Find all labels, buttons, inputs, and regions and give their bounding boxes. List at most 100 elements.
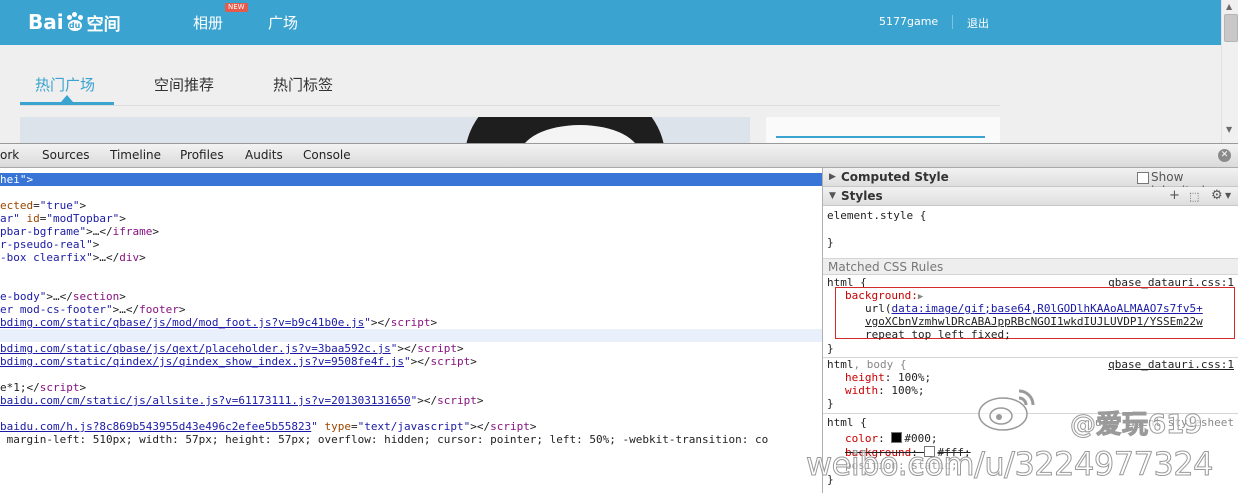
dom-node-line[interactable]: bdimg.com/static/qbase/js/mod/mod_foot.j… (0, 316, 437, 329)
dom-node-line[interactable]: e*1;</script> (0, 381, 86, 394)
webpage-viewport: Bai du 空间 相册 NEW 广场 5177game 退出 热门广场 空间推… (0, 0, 1238, 143)
code-token: >…</ (46, 290, 73, 303)
data-uri-link[interactable]: data:image/gif;base64,R0lGODlhKAAoALMAAO… (892, 302, 1203, 315)
code-token: ar" (0, 212, 20, 225)
rule1-background[interactable]: background:▶ (845, 289, 923, 302)
expand-triangle-icon[interactable]: ▶ (918, 292, 923, 302)
resource-link[interactable]: baidu.com/cm/static/js/allsite.js?v=6117… (0, 394, 411, 407)
styles-header[interactable]: ▼ Styles + ⬚ ⚙ ▼ (823, 187, 1238, 206)
dom-node-selected[interactable]: hei"> (0, 173, 822, 186)
dom-node-line[interactable]: r-pseudo-real"> (0, 238, 99, 251)
dom-node-line[interactable]: bdimg.com/static/qbase/js/qext/placehold… (0, 342, 464, 355)
tab-hot-square[interactable]: 热门广场 (35, 74, 95, 95)
resource-link[interactable]: baidu.com/h.js?8c869b543955d43e496c2efee… (0, 420, 311, 433)
code-token: > (92, 238, 100, 251)
computed-style-header[interactable]: ▶ Computed Style Show inherited (823, 168, 1238, 198)
code-token: script (437, 394, 477, 407)
tab-profiles[interactable]: Profiles (180, 148, 224, 162)
dom-node-line[interactable]: bdimg.com/static/qindex/js/qindex_show_i… (0, 355, 477, 368)
resource-link[interactable]: bdimg.com/static/qbase/js/mod/mod_foot.j… (0, 316, 364, 329)
dom-node-line[interactable]: baidu.com/cm/static/js/allsite.js?v=6117… (0, 394, 483, 407)
code-token: = (351, 420, 358, 433)
show-inherited-checkbox[interactable] (1137, 172, 1149, 184)
tab-hot-tags[interactable]: 热门标签 (273, 74, 333, 95)
tab-space-recommend[interactable]: 空间推荐 (154, 74, 214, 95)
code-token: > (119, 212, 126, 225)
dom-node-line[interactable]: -box clearfix">…</div> (0, 251, 146, 264)
code-token: margin-left: 510px; width: 57px; height:… (0, 433, 769, 446)
rule3-selector[interactable]: html { (827, 416, 867, 429)
rule2-source-link[interactable]: qbase_datauri.css:1 (1108, 358, 1234, 371)
code-token: > (529, 420, 537, 433)
hover-highlight-row (0, 329, 822, 342)
code-token: " (403, 355, 411, 368)
triangle-down-icon: ▼ (829, 191, 836, 201)
code-token: > (430, 316, 438, 329)
scroll-down-icon[interactable]: ▼ (1226, 125, 1232, 134)
code-token: ></ (470, 420, 491, 433)
code-token: r-pseudo-real" (0, 238, 93, 251)
nav-square[interactable]: 广场 (268, 12, 298, 33)
logo-text-kongjian: 空间 (86, 14, 121, 35)
code-token: > (152, 225, 159, 238)
element-style-selector[interactable]: element.style { (827, 209, 926, 222)
dom-node-line[interactable]: er mod-cs-footer">…</footer> (0, 303, 185, 316)
code-token: ected (0, 199, 34, 212)
rule1-value-line2[interactable]: vgoXCbnVzmhwlDRcABAJppRBcNGOI1wkdIUJLUVD… (865, 315, 1203, 328)
dom-node-line[interactable]: pbar-bgframe">…</iframe> (0, 225, 159, 238)
code-token: type (317, 420, 352, 433)
dom-node-line[interactable]: ar" id="modTopbar"> (0, 212, 126, 225)
code-token: footer (139, 303, 179, 316)
nav-album[interactable]: 相册 (193, 12, 223, 33)
code-token: iframe (112, 225, 153, 238)
content-tabs: 热门广场 空间推荐 热门标签 (20, 62, 1000, 106)
logout-link[interactable]: 退出 (967, 15, 989, 31)
dom-node-line[interactable]: e-body">…</section> (0, 290, 126, 303)
code-token: script (390, 316, 431, 329)
page-scrollbar[interactable]: ▲ ▼ (1221, 0, 1238, 143)
header-divider (952, 15, 953, 29)
scroll-up-icon[interactable]: ▲ (1226, 2, 1232, 11)
tab-console[interactable]: Console (303, 148, 351, 162)
code-token: ></ (370, 316, 391, 329)
user-link[interactable]: 5177game (879, 15, 938, 28)
tab-active-caret (61, 95, 73, 102)
code-token: ></ (417, 394, 438, 407)
logo-text-bai: Bai (28, 10, 64, 34)
scrollbar-thumb[interactable] (1224, 14, 1238, 42)
devtools-panel: ork Sources Timeline Profiles Audits Con… (0, 143, 1238, 493)
tab-timeline[interactable]: Timeline (110, 148, 161, 162)
baidu-space-logo[interactable]: Bai du 空间 (28, 6, 121, 38)
rule2-selector[interactable]: html, body { (827, 358, 906, 371)
rule2-height[interactable]: height: 100%; (845, 371, 931, 384)
color-swatch-black[interactable] (891, 432, 903, 443)
tab-audits[interactable]: Audits (245, 148, 283, 162)
code-token: > (119, 290, 126, 303)
dom-node-line[interactable]: ected="true"> (0, 199, 86, 212)
resource-link[interactable]: bdimg.com/static/qbase/js/qext/placehold… (0, 342, 391, 355)
tab-network[interactable]: ork (0, 148, 19, 162)
tab-sources[interactable]: Sources (42, 148, 89, 162)
toggle-state-icon[interactable]: ⬚ (1189, 190, 1199, 203)
code-token: e*1;</ (0, 381, 40, 394)
triangle-right-icon: ▶ (829, 172, 836, 182)
banner-image[interactable] (20, 117, 750, 143)
code-token: div (119, 251, 140, 264)
dom-node-line[interactable]: baidu.com/h.js?8c869b543955d43e496c2efee… (0, 420, 536, 433)
code-token: "true" (39, 199, 80, 212)
close-icon[interactable]: ✕ (1218, 149, 1231, 162)
code-token: er mod-cs-footer" (0, 303, 113, 316)
code-token: = (33, 199, 40, 212)
rule2-width[interactable]: width: 100%; (845, 384, 925, 397)
code-token: script (417, 342, 457, 355)
code-token: >…</ (112, 303, 140, 316)
rule3-color[interactable]: color: #000; (845, 432, 938, 445)
dom-node-line[interactable]: margin-left: 510px; width: 57px; height:… (0, 433, 769, 446)
resource-link[interactable]: bdimg.com/static/qindex/js/qindex_show_i… (0, 355, 404, 368)
add-rule-icon[interactable]: + (1169, 188, 1180, 203)
code-token: pbar-bgframe" (0, 225, 87, 238)
chevron-down-icon[interactable]: ▼ (1225, 191, 1231, 200)
gear-icon[interactable]: ⚙ (1211, 188, 1223, 203)
code-token: hei"> (0, 173, 34, 186)
elements-panel[interactable]: hei"> ected="true"> ar" id="modTopbar"> pba… (0, 168, 822, 493)
